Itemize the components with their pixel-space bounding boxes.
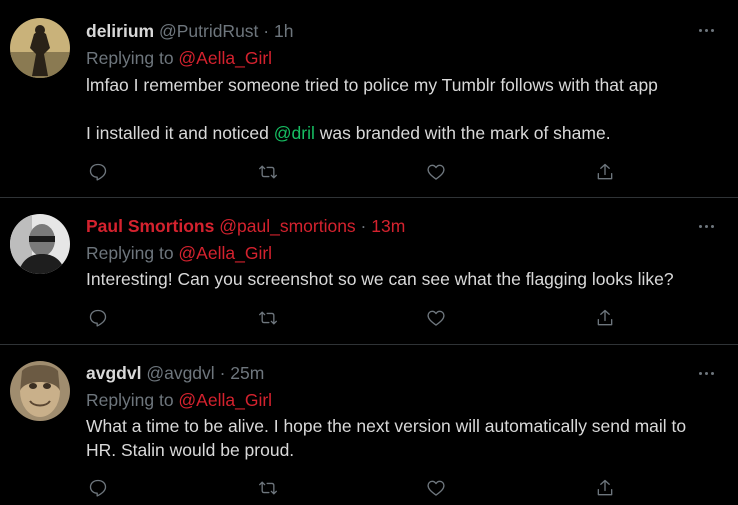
timestamp[interactable]: 1h [274, 21, 293, 41]
avatar[interactable] [10, 214, 70, 274]
tweet-text: What a time to be alive. I hope the next… [86, 414, 716, 462]
reply-button[interactable] [86, 476, 110, 500]
separator: · [263, 21, 270, 41]
replying-to-label: Replying to [86, 48, 179, 68]
timestamp[interactable]: 13m [371, 216, 405, 236]
display-name[interactable]: delirium [86, 21, 154, 41]
replying-to: Replying to @Aella_Girl [86, 389, 718, 411]
handle[interactable]: @PutridRust [159, 21, 258, 41]
tweet-text-line: Interesting! Can you screenshot so we ca… [86, 269, 674, 289]
share-button[interactable] [593, 306, 617, 330]
timestamp[interactable]: 25m [230, 363, 264, 383]
separator: · [360, 216, 367, 236]
reply-icon [89, 163, 107, 181]
tweet-text: lmfao I remember someone tried to police… [86, 73, 718, 145]
replying-to-label: Replying to [86, 243, 179, 263]
retweet-button[interactable] [256, 306, 280, 330]
like-button[interactable] [424, 306, 448, 330]
like-icon [427, 310, 445, 326]
tweet-text-line: What a time to be alive. I hope the next… [86, 416, 687, 460]
like-icon [427, 164, 445, 180]
display-name[interactable]: avgdvl [86, 363, 141, 383]
retweet-icon [259, 311, 277, 325]
tweet-header: Paul Smortions @paul_smortions · 13m [86, 215, 718, 237]
separator: · [219, 363, 226, 383]
replying-to-mention[interactable]: @Aella_Girl [178, 243, 272, 263]
reply-button[interactable] [86, 306, 110, 330]
like-button[interactable] [424, 160, 448, 184]
share-icon [597, 479, 613, 496]
tweet-text-line: lmfao I remember someone tried to police… [86, 75, 658, 95]
tweet-delirium[interactable]: delirium @PutridRust · 1h Replying to @A… [0, 0, 738, 198]
avatar[interactable] [10, 361, 70, 421]
text-fragment: was branded with the mark of shame. [314, 123, 611, 143]
tweet-text-line: I installed it and noticed @dril was bra… [86, 121, 718, 145]
retweet-icon [259, 481, 277, 495]
tweet-actions [86, 160, 616, 184]
like-button[interactable] [424, 476, 448, 500]
replying-to-label: Replying to [86, 390, 179, 410]
retweet-button[interactable] [256, 476, 280, 500]
replying-to-mention[interactable]: @Aella_Girl [178, 390, 272, 410]
mention-link[interactable]: @dril [274, 123, 315, 143]
tweet-actions [86, 476, 616, 500]
share-icon [597, 309, 613, 326]
reply-icon [89, 479, 107, 497]
replying-to: Replying to @Aella_Girl [86, 47, 718, 69]
tweet-actions [86, 306, 616, 330]
tweet-avgdvl[interactable]: avgdvl @avgdvl · 25m Replying to @Aella_… [0, 345, 738, 505]
text-fragment: I installed it and noticed [86, 123, 274, 143]
reply-button[interactable] [86, 160, 110, 184]
avatar[interactable] [10, 18, 70, 78]
tweet-header: avgdvl @avgdvl · 25m [86, 362, 718, 384]
replying-to: Replying to @Aella_Girl [86, 242, 718, 264]
reply-icon [89, 309, 107, 327]
handle[interactable]: @avgdvl [146, 363, 214, 383]
tweet-header: delirium @PutridRust · 1h [86, 20, 718, 42]
display-name[interactable]: Paul Smortions [86, 216, 214, 236]
replying-to-mention[interactable]: @Aella_Girl [178, 48, 272, 68]
share-icon [597, 163, 613, 180]
share-button[interactable] [593, 160, 617, 184]
share-button[interactable] [593, 476, 617, 500]
tweet-text: Interesting! Can you screenshot so we ca… [86, 267, 718, 291]
handle[interactable]: @paul_smortions [219, 216, 355, 236]
like-icon [427, 480, 445, 496]
retweet-button[interactable] [256, 160, 280, 184]
tweet-paul-smortions[interactable]: Paul Smortions @paul_smortions · 13m Rep… [0, 198, 738, 345]
retweet-icon [259, 165, 277, 179]
